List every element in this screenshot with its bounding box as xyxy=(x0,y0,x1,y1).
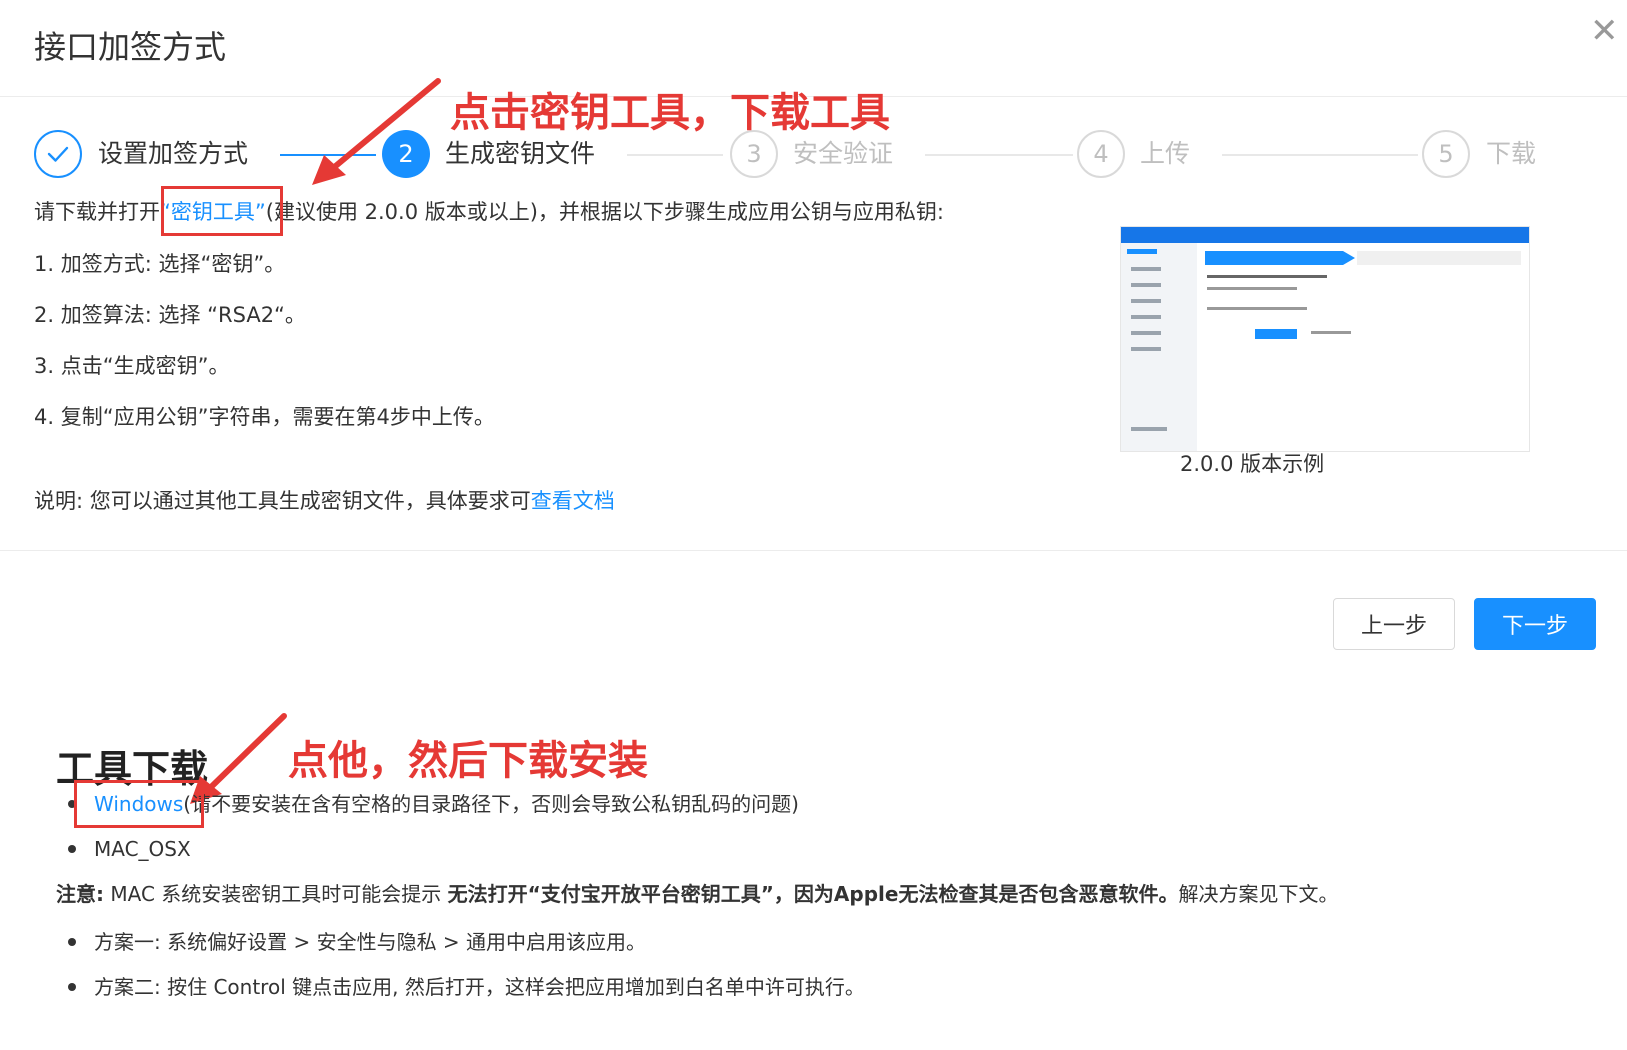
step-3-label: 安全验证 xyxy=(793,139,894,168)
step-connector xyxy=(925,154,1073,156)
instruction-item: 1. 加签方式: 选择“密钥”。 xyxy=(34,252,286,276)
example-screenshot xyxy=(1120,226,1530,452)
solution-item: 方案二: 按住 Control 键点击应用, 然后打开，这样会把应用增加到白名单… xyxy=(94,975,865,999)
step-connector xyxy=(627,154,723,156)
example-caption: 2.0.0 版本示例 xyxy=(1180,452,1325,476)
annotation-bottom: 点他，然后下载安装 xyxy=(288,738,648,784)
step-5-number: 5 xyxy=(1422,130,1470,178)
note-prefix: 说明: 您可以通过其他工具生成密钥文件，具体要求可 xyxy=(34,489,531,513)
windows-highlight-box xyxy=(74,780,204,828)
footer-divider xyxy=(0,550,1627,551)
instruction-item: 4. 复制“应用公钥”字符串，需要在第4步中上传。 xyxy=(34,405,495,429)
list-bullet xyxy=(68,983,76,991)
annotation-top: 点击密钥工具，下载工具 xyxy=(450,90,890,136)
step-4-number: 4 xyxy=(1077,130,1125,178)
dialog-title: 接口加签方式 xyxy=(34,28,227,66)
step-1-check-icon xyxy=(34,130,82,178)
notice-label: 注意: xyxy=(56,882,104,906)
step-1-label: 设置加签方式 xyxy=(98,139,249,168)
intro-prefix: 请下载并打开 xyxy=(34,200,160,224)
step-5-label: 下载 xyxy=(1486,139,1537,168)
notice-bold: 无法打开“支付宝开放平台密钥工具”，因为Apple无法检查其是否包含恶意软件。 xyxy=(447,882,1179,906)
mac-download-link[interactable]: MAC_OSX xyxy=(94,835,191,863)
step-2-label: 生成密钥文件 xyxy=(445,139,596,168)
list-bullet xyxy=(68,938,76,946)
notice-text: MAC 系统安装密钥工具时可能会提示 xyxy=(110,882,442,906)
instruction-item: 2. 加签算法: 选择 “RSA2“。 xyxy=(34,303,306,327)
instruction-item: 3. 点击“生成密钥”。 xyxy=(34,354,230,378)
solution-item: 方案一: 系统偏好设置 > 安全性与隐私 > 通用中启用该应用。 xyxy=(94,930,647,954)
step-4-label: 上传 xyxy=(1140,139,1191,168)
step-connector xyxy=(1222,154,1418,156)
notice-tail: 解决方案见下文。 xyxy=(1178,882,1339,906)
annotation-arrow-icon xyxy=(312,78,441,185)
close-icon[interactable]: ✕ xyxy=(1590,14,1619,48)
windows-note: (请不要安装在含有空格的目录路径下，否则会导致公私钥乱码的问题) xyxy=(183,792,799,816)
next-step-button[interactable]: 下一步 xyxy=(1474,598,1596,650)
key-tool-highlight-box xyxy=(161,186,283,236)
mac-notice: 注意: MAC 系统安装密钥工具时可能会提示 无法打开“支付宝开放平台密钥工具”… xyxy=(56,880,1338,908)
list-bullet xyxy=(68,845,76,853)
note-line: 说明: 您可以通过其他工具生成密钥文件，具体要求可查看文档 xyxy=(34,487,615,515)
view-docs-link[interactable]: 查看文档 xyxy=(531,489,615,513)
prev-step-button[interactable]: 上一步 xyxy=(1333,598,1455,650)
intro-suffix: (建议使用 2.0.0 版本或以上)，并根据以下步骤生成应用公钥与应用私钥: xyxy=(265,200,945,224)
